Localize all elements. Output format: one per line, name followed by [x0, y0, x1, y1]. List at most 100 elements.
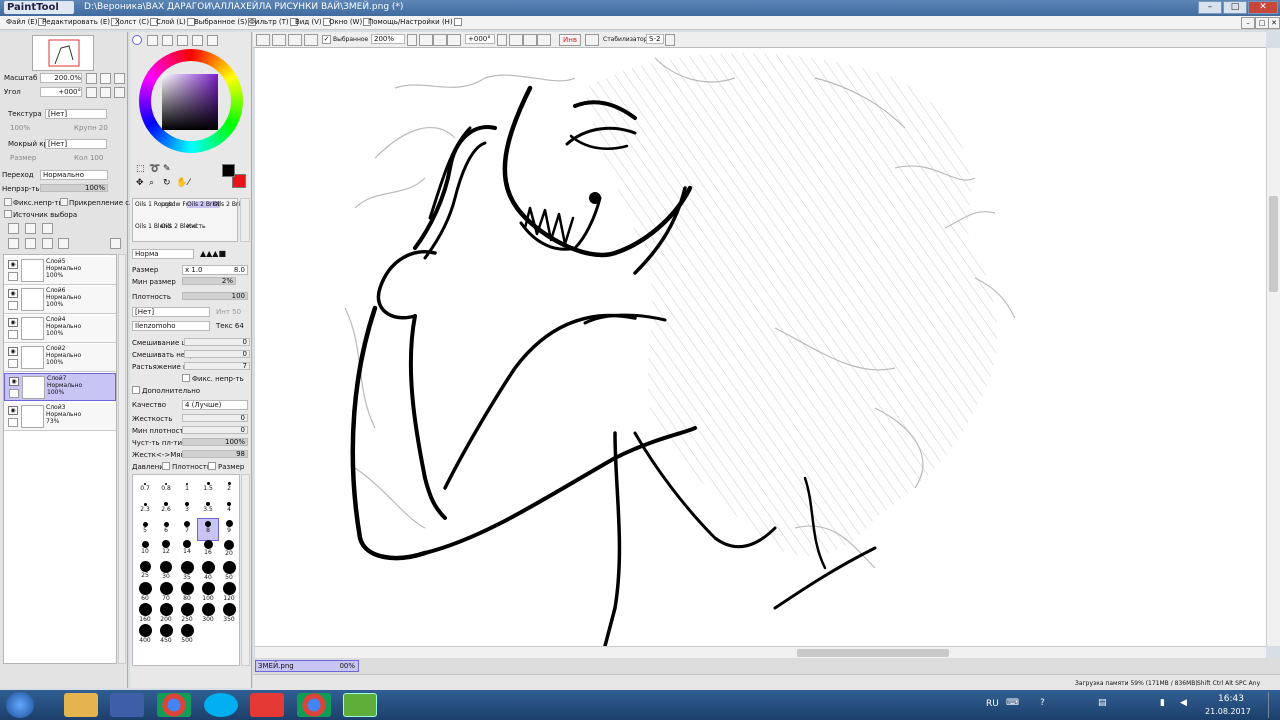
rotate-reset-icon[interactable] — [537, 34, 551, 46]
hand-icon[interactable]: ✋ — [176, 178, 187, 188]
brush-size-option[interactable]: 160 — [135, 603, 155, 624]
texture-select[interactable]: [Нет] — [45, 109, 107, 119]
brush-size-option[interactable]: 400 — [135, 624, 155, 645]
eye-icon[interactable]: ◉ — [8, 318, 18, 327]
layer-mask-icon[interactable] — [42, 238, 53, 249]
rotate-reset-button[interactable] — [114, 87, 125, 98]
brush-size-option[interactable]: 2.3 — [135, 498, 155, 519]
brush-size-option[interactable]: 20 — [219, 540, 239, 561]
quality-select[interactable]: 4 (Лучше) — [182, 400, 248, 410]
new-folder-icon[interactable] — [42, 223, 53, 234]
brush-size-field[interactable]: x 1.0 8.0 — [182, 265, 248, 275]
eye-icon[interactable]: ◉ — [8, 406, 18, 415]
horizontal-scroll-thumb[interactable] — [797, 649, 949, 657]
protect-opacity-checkbox[interactable] — [4, 198, 12, 206]
rotate-left-button[interactable] — [86, 87, 97, 98]
keyboard-icon[interactable]: ⌨ — [1006, 698, 1019, 708]
flip-horizontal-button[interactable]: Инв — [559, 34, 581, 46]
brush-size-option[interactable]: 35 — [177, 561, 197, 582]
rotate-right-button[interactable] — [100, 87, 111, 98]
brush-size-option[interactable]: 6 — [156, 519, 176, 540]
brush-size-option[interactable]: 250 — [177, 603, 197, 624]
brush-size-option[interactable]: 0.7 — [135, 477, 155, 498]
brush-size-option[interactable]: 5 — [135, 519, 155, 540]
close-button[interactable]: ✕ — [1248, 1, 1278, 14]
angle-dropdown-icon[interactable] — [497, 34, 507, 46]
redo-icon[interactable] — [272, 34, 286, 46]
explorer-icon[interactable] — [64, 693, 98, 717]
saturation-value-square[interactable] — [162, 74, 218, 130]
deselect-icon[interactable] — [288, 34, 302, 46]
stabilizer-select[interactable]: S-2 — [646, 34, 664, 44]
chrome-icon[interactable] — [157, 693, 191, 717]
brush-size-option[interactable]: 2 — [219, 477, 239, 498]
power-icon[interactable]: ▮ — [1160, 698, 1165, 708]
eye-icon[interactable]: ◉ — [8, 347, 18, 356]
brush-size-option[interactable]: 14 — [177, 540, 197, 561]
chrome-icon-2[interactable] — [297, 693, 331, 717]
volume-icon[interactable]: ◀ — [1180, 698, 1187, 708]
brush-shape-icons[interactable]: ▲▲▲■ — [200, 249, 248, 259]
zoom-dropdown-icon[interactable] — [407, 34, 417, 46]
brush-size-option[interactable]: 1 — [177, 477, 197, 498]
persistence-slider[interactable]: 7 — [184, 362, 250, 370]
eye-icon[interactable]: ◉ — [8, 289, 18, 298]
lock-icon[interactable] — [8, 272, 18, 281]
help-icon[interactable]: ? — [1040, 698, 1045, 708]
eye-icon[interactable]: ◉ — [9, 377, 19, 386]
clock-time[interactable]: 16:43 — [1218, 694, 1244, 704]
flip-vertical-icon[interactable] — [585, 34, 599, 46]
pressure-size-checkbox[interactable] — [208, 462, 216, 470]
menu-layer[interactable]: Слой (L) — [156, 18, 195, 26]
menu-help[interactable]: Помощь/Настройки (H) — [368, 18, 462, 26]
brush-size-option[interactable]: 100 — [198, 582, 218, 603]
brush-size-option[interactable]: 0.8 — [156, 477, 176, 498]
hardness-slider[interactable]: 0 — [182, 414, 248, 422]
menu-view[interactable]: Вид (V) — [295, 18, 331, 26]
brush-size-option[interactable]: 2.6 — [156, 498, 176, 519]
language-indicator[interactable]: RU — [986, 699, 999, 709]
stabilizer-dropdown-icon[interactable] — [665, 34, 675, 46]
user-swatches-icon[interactable] — [207, 35, 218, 46]
layer-item[interactable]: ◉ Слой6 Нормально 100% — [4, 286, 116, 314]
zoom-reset-button[interactable] — [114, 73, 125, 84]
brush-size-option[interactable]: 500 — [177, 624, 197, 645]
sensitivity-slider[interactable]: 100% — [182, 438, 248, 446]
move-icon[interactable]: ✥ — [136, 178, 144, 188]
brush-size-option[interactable]: 16 — [198, 540, 218, 561]
lock-icon[interactable] — [8, 330, 18, 339]
zoom-out-icon[interactable] — [419, 34, 433, 46]
color-wheel-mode-icon[interactable] — [132, 35, 142, 45]
brush-size-option[interactable]: 12 — [156, 540, 176, 561]
brush-size-option[interactable]: 10 — [135, 540, 155, 561]
vertical-scroll-thumb[interactable] — [1269, 196, 1278, 292]
menu-file[interactable]: Файл (E) — [6, 18, 47, 26]
brush-size-option[interactable]: 25 — [135, 561, 155, 582]
minimize-button[interactable]: – — [1198, 1, 1222, 14]
hard-soft-slider[interactable]: 98 — [182, 450, 248, 458]
drawing-canvas[interactable] — [255, 48, 1266, 646]
magic-wand-icon[interactable]: ✎ — [163, 164, 171, 174]
undo-icon[interactable] — [256, 34, 270, 46]
tool-brush[interactable]: Кисть — [187, 223, 206, 230]
maximize-button[interactable]: □ — [1223, 1, 1247, 14]
keep-opacity-checkbox[interactable] — [182, 374, 190, 382]
brush-size-option[interactable]: 3 — [177, 498, 197, 519]
zoom-in-button[interactable] — [100, 73, 111, 84]
brush-size-option[interactable]: 300 — [198, 603, 218, 624]
layer-item-selected[interactable]: ◉ Слой7 Нормально 100% — [4, 373, 116, 401]
primary-color-swatch[interactable] — [222, 164, 235, 177]
rect-select-icon[interactable]: ⬚ — [136, 164, 145, 174]
skype-icon[interactable] — [204, 693, 238, 717]
canvas-zoom-select[interactable]: 200% — [371, 34, 405, 44]
lock-icon[interactable] — [8, 418, 18, 427]
brush-size-option[interactable]: 40 — [198, 561, 218, 582]
zoom-in-icon[interactable] — [433, 34, 447, 46]
lasso-icon[interactable]: ➰ — [149, 164, 160, 174]
min-size-slider[interactable]: 2% — [182, 277, 236, 285]
document-tab[interactable]: ЗМЕЙ.png 00% — [255, 660, 359, 672]
brush-size-option[interactable]: 7 — [177, 519, 197, 540]
menu-canvas[interactable]: Холст (C) — [115, 18, 159, 26]
invert-selection-icon[interactable] — [304, 34, 318, 46]
eye-icon[interactable]: ◉ — [8, 260, 18, 269]
